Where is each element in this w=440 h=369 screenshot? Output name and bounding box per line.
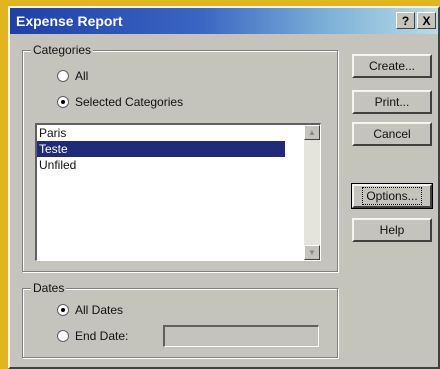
dates-group-label: Dates (31, 281, 67, 295)
close-icon: X (422, 13, 431, 28)
close-button[interactable]: X (417, 12, 436, 29)
radio-checked-icon[interactable] (57, 96, 69, 108)
categories-listbox[interactable]: Paris Teste Unfiled ▲ ▼ (35, 123, 321, 261)
window-title: Expense Report (16, 13, 123, 29)
print-button[interactable]: Print... (352, 90, 432, 114)
question-icon: ? (401, 13, 410, 28)
expense-report-dialog: Expense Report ? X Categories All Select… (8, 6, 440, 369)
list-item[interactable]: Teste (37, 141, 285, 157)
radio-all-label: All (75, 69, 89, 83)
radio-end-date[interactable]: End Date: (57, 329, 128, 343)
list-item[interactable]: Paris (37, 125, 320, 141)
radio-all-dates-label: All Dates (75, 303, 124, 317)
radio-icon[interactable] (57, 70, 69, 82)
title-bar[interactable]: Expense Report ? X (10, 8, 438, 34)
categories-group-label: Categories (31, 43, 94, 57)
help-title-button[interactable]: ? (396, 12, 415, 29)
radio-all-categories[interactable]: All (57, 69, 88, 83)
listbox-scrollbar[interactable]: ▲ ▼ (304, 125, 320, 260)
options-button[interactable]: Options... (351, 183, 433, 209)
create-button[interactable]: Create... (352, 54, 432, 78)
cancel-button[interactable]: Cancel (352, 122, 432, 146)
dates-group: Dates All Dates End Date: (22, 281, 338, 358)
end-date-field[interactable] (163, 325, 319, 347)
scroll-up-icon[interactable]: ▲ (304, 125, 320, 140)
radio-checked-icon[interactable] (57, 304, 69, 316)
help-button[interactable]: Help (352, 218, 432, 242)
radio-selected-categories[interactable]: Selected Categories (57, 95, 183, 109)
radio-end-date-label: End Date: (75, 329, 129, 343)
radio-selected-label: Selected Categories (75, 95, 184, 109)
radio-all-dates[interactable]: All Dates (57, 303, 123, 317)
radio-icon[interactable] (57, 330, 69, 342)
list-item[interactable]: Unfiled (37, 157, 320, 173)
categories-group: Categories All Selected Categories Paris… (22, 43, 338, 272)
scroll-down-icon[interactable]: ▼ (304, 245, 320, 260)
